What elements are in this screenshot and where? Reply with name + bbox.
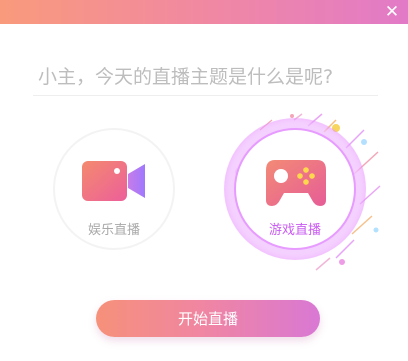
start-live-button[interactable]: 开始直播: [96, 300, 320, 337]
close-button[interactable]: ✕: [382, 2, 402, 22]
start-live-dialog: ✕ 娱乐直播: [0, 0, 408, 361]
close-icon[interactable]: ✕: [385, 2, 399, 22]
mode-label: 娱乐直播: [87, 223, 140, 238]
gamepad-icon: [266, 160, 326, 206]
live-topic-input[interactable]: [33, 58, 378, 96]
mode-entertainment-live[interactable]: 娱乐直播: [53, 128, 175, 250]
mode-game-live[interactable]: 游戏直播: [224, 118, 366, 260]
title-bar[interactable]: ✕: [0, 0, 408, 24]
video-camera-icon: [82, 161, 145, 201]
mode-label: 游戏直播: [268, 223, 321, 238]
